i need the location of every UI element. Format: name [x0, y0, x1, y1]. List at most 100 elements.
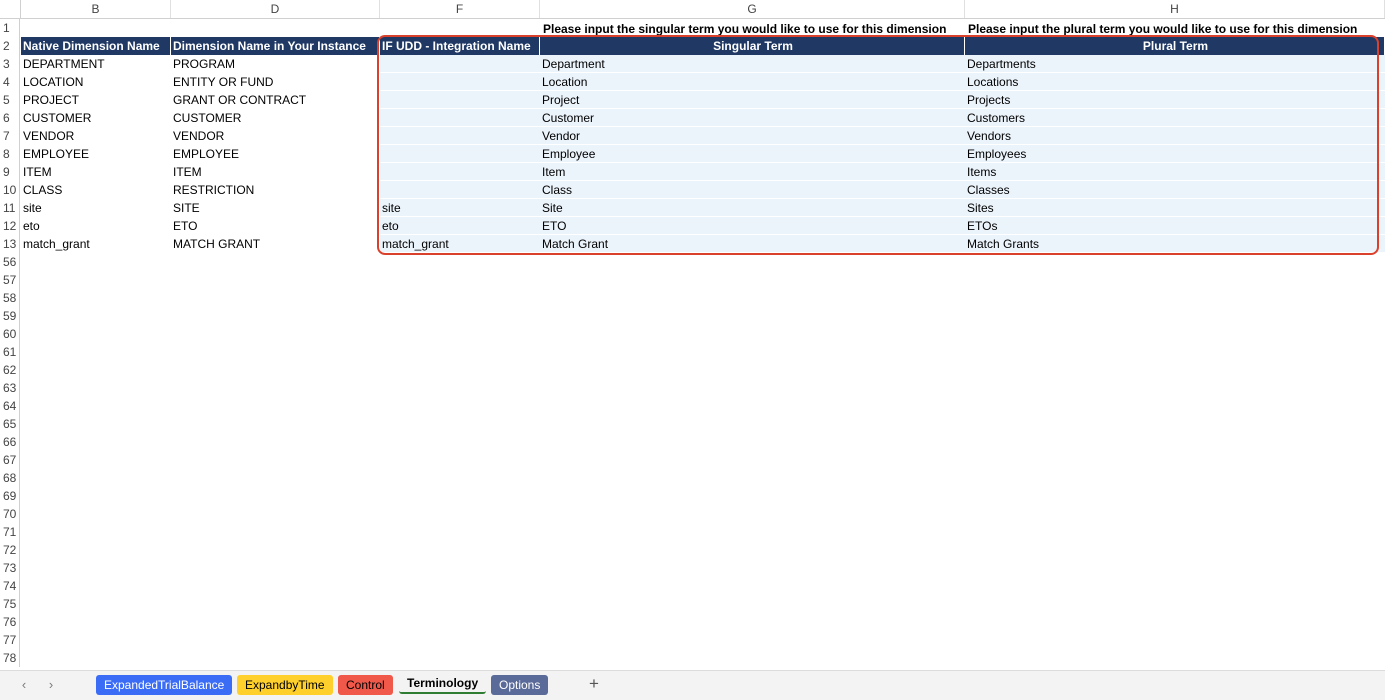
row-header[interactable]: 70: [0, 505, 20, 523]
cell-f[interactable]: [380, 91, 540, 109]
cell-g[interactable]: Customer: [540, 109, 965, 127]
row-header[interactable]: 72: [0, 541, 20, 559]
row-header[interactable]: 12: [0, 217, 20, 235]
row-header[interactable]: 78: [0, 649, 20, 667]
cell-f[interactable]: [380, 55, 540, 73]
cell-d[interactable]: ETO: [171, 217, 380, 235]
plural-note[interactable]: Please input the plural term you would l…: [966, 19, 1385, 37]
column-header-h[interactable]: H: [965, 0, 1385, 18]
cell-g[interactable]: Department: [540, 55, 965, 73]
cell-h[interactable]: Sites: [965, 199, 1385, 217]
sheet-tab-options[interactable]: Options: [491, 675, 549, 695]
cell-f[interactable]: eto: [380, 217, 540, 235]
cell-b[interactable]: CLASS: [21, 181, 171, 199]
sheet-tab-expanded-trial-balance[interactable]: ExpandedTrialBalance: [96, 675, 233, 695]
cell-g[interactable]: Item: [540, 163, 965, 181]
cell-g[interactable]: Location: [540, 73, 965, 91]
row-header[interactable]: 63: [0, 379, 20, 397]
cell-g[interactable]: Project: [540, 91, 965, 109]
row-header[interactable]: 59: [0, 307, 20, 325]
cell-h[interactable]: Customers: [965, 109, 1385, 127]
row-header[interactable]: 65: [0, 415, 20, 433]
row-header[interactable]: 68: [0, 469, 20, 487]
sheet-tab-expand-by-time[interactable]: ExpandbyTime: [237, 675, 333, 695]
row-header[interactable]: 57: [0, 271, 20, 289]
cell-h[interactable]: Match Grants: [965, 235, 1385, 253]
cell-b[interactable]: ITEM: [21, 163, 171, 181]
row-header[interactable]: 75: [0, 595, 20, 613]
cell-d[interactable]: EMPLOYEE: [171, 145, 380, 163]
cell-b[interactable]: site: [21, 199, 171, 217]
row-header[interactable]: 77: [0, 631, 20, 649]
row-header[interactable]: 5: [0, 91, 20, 109]
cell-g[interactable]: Employee: [540, 145, 965, 163]
row-header[interactable]: 8: [0, 145, 20, 163]
header-plural-term[interactable]: Plural Term: [965, 37, 1385, 55]
cell-f[interactable]: [380, 145, 540, 163]
column-header-d[interactable]: D: [171, 0, 380, 18]
row-header[interactable]: 1: [0, 19, 20, 37]
row-header[interactable]: 71: [0, 523, 20, 541]
row-header[interactable]: 69: [0, 487, 20, 505]
row-header[interactable]: 74: [0, 577, 20, 595]
cell-d[interactable]: CUSTOMER: [171, 109, 380, 127]
cell-d[interactable]: ITEM: [171, 163, 380, 181]
cell-b[interactable]: match_grant: [21, 235, 171, 253]
header-singular-term[interactable]: Singular Term: [540, 37, 965, 55]
cell-d[interactable]: MATCH GRANT: [171, 235, 380, 253]
cell-d[interactable]: VENDOR: [171, 127, 380, 145]
row-header[interactable]: 60: [0, 325, 20, 343]
row-header[interactable]: 6: [0, 109, 20, 127]
cell-b[interactable]: VENDOR: [21, 127, 171, 145]
row-header[interactable]: 64: [0, 397, 20, 415]
cell-h[interactable]: Departments: [965, 55, 1385, 73]
select-all-corner[interactable]: [0, 0, 21, 18]
cell-h[interactable]: Classes: [965, 181, 1385, 199]
row-header[interactable]: 3: [0, 55, 20, 73]
cell-h[interactable]: ETOs: [965, 217, 1385, 235]
row-header[interactable]: 58: [0, 289, 20, 307]
cell-b[interactable]: eto: [21, 217, 171, 235]
column-header-f[interactable]: F: [380, 0, 540, 18]
row-header[interactable]: 66: [0, 433, 20, 451]
cell-h[interactable]: Locations: [965, 73, 1385, 91]
cell-b[interactable]: PROJECT: [21, 91, 171, 109]
sheet-tab-control[interactable]: Control: [338, 675, 393, 695]
row-header[interactable]: 4: [0, 73, 20, 91]
cell-f[interactable]: [380, 127, 540, 145]
row-header[interactable]: 13: [0, 235, 20, 253]
header-udd-integration-name[interactable]: IF UDD - Integration Name: [380, 37, 540, 55]
cell-d[interactable]: ENTITY OR FUND: [171, 73, 380, 91]
row-header[interactable]: 76: [0, 613, 20, 631]
row-header[interactable]: 2: [0, 37, 20, 55]
column-header-g[interactable]: G: [540, 0, 965, 18]
cell-g[interactable]: Vendor: [540, 127, 965, 145]
column-header-b[interactable]: B: [21, 0, 171, 18]
row-header[interactable]: 7: [0, 127, 20, 145]
singular-note[interactable]: Please input the singular term you would…: [541, 19, 966, 37]
cell-h[interactable]: Employees: [965, 145, 1385, 163]
cell-g[interactable]: ETO: [540, 217, 965, 235]
cell-f[interactable]: [380, 181, 540, 199]
header-dimension-name-in-instance[interactable]: Dimension Name in Your Instance: [171, 37, 380, 55]
cell-h[interactable]: Items: [965, 163, 1385, 181]
cell-d[interactable]: GRANT OR CONTRACT: [171, 91, 380, 109]
cell-g[interactable]: Class: [540, 181, 965, 199]
cell-h[interactable]: Vendors: [965, 127, 1385, 145]
cell-b[interactable]: DEPARTMENT: [21, 55, 171, 73]
row-header[interactable]: 73: [0, 559, 20, 577]
cell-b[interactable]: EMPLOYEE: [21, 145, 171, 163]
row-header[interactable]: 61: [0, 343, 20, 361]
cell-f[interactable]: [380, 73, 540, 91]
cell-d[interactable]: SITE: [171, 199, 380, 217]
cell-d[interactable]: RESTRICTION: [171, 181, 380, 199]
cell-f[interactable]: site: [380, 199, 540, 217]
cell-b[interactable]: LOCATION: [21, 73, 171, 91]
cell-g[interactable]: Site: [540, 199, 965, 217]
cell-g[interactable]: Match Grant: [540, 235, 965, 253]
cell-d[interactable]: PROGRAM: [171, 55, 380, 73]
sheet-tab-terminology[interactable]: Terminology: [399, 674, 487, 694]
row-header[interactable]: 9: [0, 163, 20, 181]
cell-f[interactable]: match_grant: [380, 235, 540, 253]
cell-f[interactable]: [380, 163, 540, 181]
